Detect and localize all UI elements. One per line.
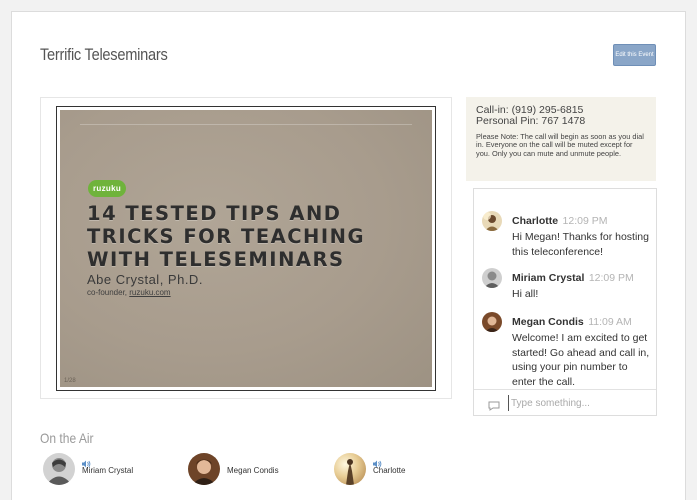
- personal-pin: Personal Pin: 767 1478: [476, 115, 586, 127]
- slide-subtitle-link: ruzuku.com: [129, 288, 171, 297]
- chat-text: Hi Megan! Thanks for hosting this teleco…: [512, 231, 649, 258]
- chat-compose: [474, 389, 656, 415]
- presentation-slide[interactable]: ruzuku 14 TESTED TIPS AND TRICKS FOR TEA…: [60, 110, 432, 387]
- event-title: Terrific Teleseminars: [40, 45, 168, 64]
- avatar: [334, 453, 366, 485]
- avatar: [482, 211, 502, 231]
- edit-event-button[interactable]: Edit this Event: [613, 44, 656, 66]
- avatar: [482, 312, 502, 332]
- chat-panel: Charlotte 12:09 PM Hi Megan! Thanks for …: [473, 188, 657, 416]
- slide-border: ruzuku 14 TESTED TIPS AND TRICKS FOR TEA…: [56, 106, 436, 391]
- headline-line-1: 14 TESTED TIPS AND: [87, 202, 342, 225]
- avatar: [188, 453, 220, 485]
- call-note: Please Note: The call will begin as soon…: [476, 132, 644, 158]
- chat-text: Welcome! I am excited to get started! Go…: [512, 332, 650, 388]
- chat-message-body: Miriam Crystal 12:09 PM Hi all!: [512, 268, 654, 302]
- headline-line-2: TRICKS FOR TEACHING: [87, 225, 365, 248]
- chat-time: 12:09 PM: [588, 272, 634, 284]
- speaker-name: Charlotte: [373, 466, 406, 475]
- speaker-volume-icon: [373, 455, 382, 468]
- avatar: [482, 268, 502, 288]
- chat-text: Hi all!: [512, 288, 539, 300]
- slide-viewer: ruzuku 14 TESTED TIPS AND TRICKS FOR TEA…: [40, 97, 452, 399]
- event-card: Terrific Teleseminars Edit this Event ru…: [11, 11, 686, 500]
- call-info-panel: Call-in: (919) 295-6815 Personal Pin: 76…: [466, 97, 656, 181]
- slide-subtitle: co-founder, ruzuku.com: [87, 288, 171, 297]
- ruzuku-logo: ruzuku: [88, 180, 126, 197]
- chat-message-body: Charlotte 12:09 PM Hi Megan! Thanks for …: [512, 211, 654, 259]
- chat-message-input[interactable]: [508, 395, 648, 411]
- chat-author: Megan Condis: [512, 316, 584, 328]
- slide-decoration-line: [80, 124, 412, 125]
- speaker-name: Miriam Crystal: [82, 466, 134, 475]
- headline-line-3: WITH TELESEMINARS: [87, 248, 345, 271]
- chat-time: 12:09 PM: [562, 215, 608, 227]
- chat-author: Charlotte: [512, 215, 559, 227]
- chat-author: Miriam Crystal: [512, 272, 585, 284]
- chat-message-body: Megan Condis 11:09 AM Welcome! I am exci…: [512, 312, 654, 389]
- slide-page-number: 1/28: [64, 378, 76, 384]
- chat-bubble-icon: [488, 398, 500, 411]
- speaker-volume-icon: [82, 455, 91, 468]
- slide-headline: 14 TESTED TIPS AND TRICKS FOR TEACHING W…: [87, 202, 417, 271]
- chat-time: 11:09 AM: [588, 316, 632, 328]
- avatar: [43, 453, 75, 485]
- slide-subtitle-prefix: co-founder,: [87, 288, 130, 297]
- on-air-heading: On the Air: [40, 430, 94, 446]
- slide-author: Abe Crystal, Ph.D.: [87, 272, 203, 287]
- speaker-name: Megan Condis: [227, 466, 279, 475]
